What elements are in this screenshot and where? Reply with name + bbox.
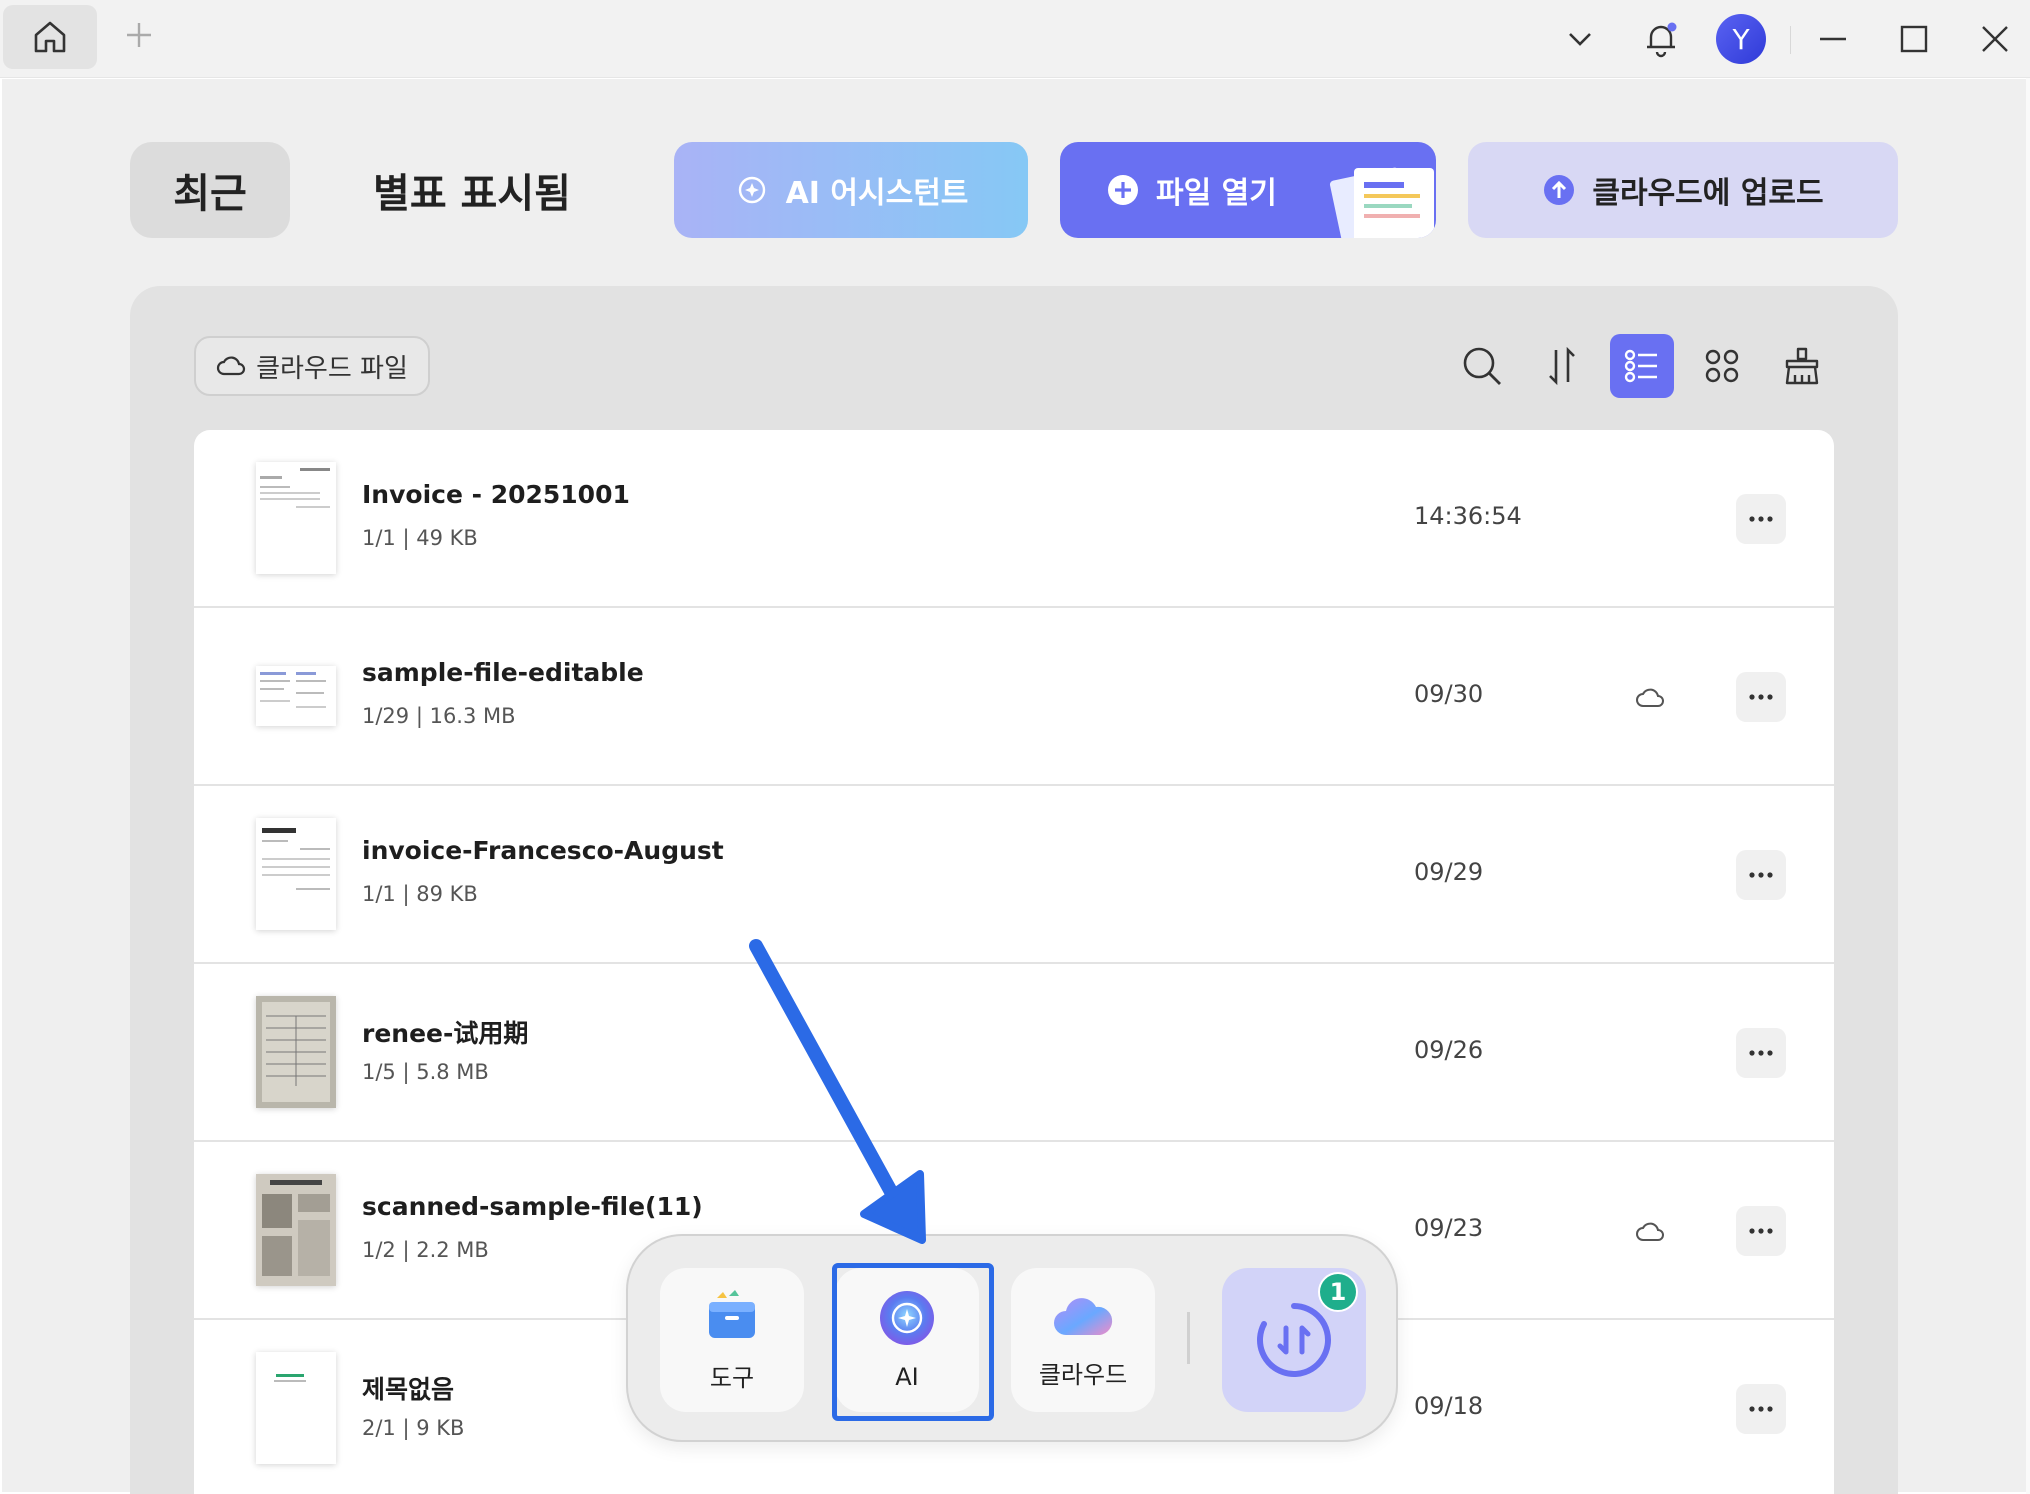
sort-icon xyxy=(1549,346,1575,386)
more-options-button[interactable] xyxy=(1736,1206,1786,1256)
maximize-icon xyxy=(1900,25,1928,53)
file-meta: 1/5 | 5.8 MB xyxy=(362,1060,489,1084)
bell-icon xyxy=(1647,22,1677,58)
tab-recent-label: 최근 xyxy=(173,171,247,217)
file-name: invoice-Francesco-August xyxy=(362,836,724,865)
tab-recent[interactable]: 최근 xyxy=(130,142,290,238)
dock-tools-label: 도구 xyxy=(709,1363,755,1392)
home-tab[interactable] xyxy=(3,5,97,69)
dock-tools-button[interactable]: 도구 xyxy=(660,1268,804,1412)
search-icon xyxy=(1463,347,1501,385)
more-options-button[interactable] xyxy=(1736,850,1786,900)
convert-icon xyxy=(1257,1303,1331,1377)
documents-illustration-icon xyxy=(1329,167,1434,238)
more-icon xyxy=(1749,694,1773,700)
notifications-button[interactable] xyxy=(1636,14,1686,64)
file-name: Invoice - 20251001 xyxy=(362,480,630,509)
file-date: 09/30 xyxy=(1414,680,1484,708)
file-date: 09/23 xyxy=(1414,1214,1484,1242)
file-thumbnail xyxy=(256,1174,336,1286)
upload-cloud-button[interactable]: 클라우드에 업로드 xyxy=(1468,142,1898,238)
ai-assistant-label: AI 어시스턴트 xyxy=(785,176,969,211)
more-options-button[interactable] xyxy=(1736,672,1786,722)
titlebar-divider xyxy=(1790,26,1791,54)
clean-button[interactable] xyxy=(1770,334,1834,398)
list-view-icon xyxy=(1624,349,1657,383)
sort-button[interactable] xyxy=(1530,334,1594,398)
close-button[interactable] xyxy=(1970,14,2020,64)
ai-sparkle-icon xyxy=(738,176,765,204)
new-tab-button[interactable] xyxy=(122,18,156,52)
file-name: scanned-sample-file(11) xyxy=(362,1192,703,1221)
cloud-gradient-icon xyxy=(1054,1297,1113,1335)
more-icon xyxy=(1749,516,1773,522)
more-icon xyxy=(1749,1228,1773,1234)
file-date: 09/18 xyxy=(1414,1392,1484,1420)
cloud-icon xyxy=(217,356,246,376)
file-row[interactable]: sample-file-editable 1/29 | 16.3 MB 09/3… xyxy=(194,608,1834,786)
more-options-button[interactable] xyxy=(1736,1028,1786,1078)
convert-count: 1 xyxy=(1329,1278,1347,1306)
file-name: sample-file-editable xyxy=(362,658,644,687)
file-thumbnail xyxy=(256,462,336,574)
dropdown-button[interactable] xyxy=(1555,14,1605,64)
tab-starred[interactable]: 별표 표시됨 xyxy=(352,142,592,238)
file-thumbnail xyxy=(256,996,336,1108)
more-options-button[interactable] xyxy=(1736,1384,1786,1434)
cloud-synced-icon xyxy=(1636,688,1664,707)
search-button[interactable] xyxy=(1450,334,1514,398)
file-name: 제목없음 xyxy=(362,1375,455,1404)
window-edge xyxy=(2026,78,2030,1494)
minimize-button[interactable] xyxy=(1808,14,1858,64)
upload-cloud-label: 클라우드에 업로드 xyxy=(1592,176,1824,211)
more-icon xyxy=(1749,1050,1773,1056)
file-row[interactable]: renee-试用期 1/5 | 5.8 MB 09/26 xyxy=(194,964,1834,1142)
grid-view-button[interactable] xyxy=(1690,334,1754,398)
minimize-icon xyxy=(1820,37,1846,41)
ai-highlight-frame xyxy=(832,1263,994,1421)
maximize-button[interactable] xyxy=(1889,14,1939,64)
home-icon xyxy=(34,21,66,53)
cloud-files-filter[interactable]: 클라우드 파일 xyxy=(194,336,430,396)
file-date: 09/26 xyxy=(1414,1036,1484,1064)
convert-count-badge: 1 xyxy=(1318,1272,1358,1312)
file-meta: 1/1 | 89 KB xyxy=(362,882,478,906)
close-icon xyxy=(1982,26,2008,52)
tab-starred-label: 별표 표시됨 xyxy=(373,171,571,217)
file-thumbnail xyxy=(256,1352,336,1464)
more-icon xyxy=(1749,1406,1773,1412)
chevron-down-icon xyxy=(1569,33,1591,46)
more-options-button[interactable] xyxy=(1736,494,1786,544)
dock-divider xyxy=(1187,1312,1190,1364)
ai-assistant-button[interactable]: AI 어시스턴트 xyxy=(674,142,1028,238)
grid-view-icon xyxy=(1705,349,1739,383)
file-meta: 1/2 | 2.2 MB xyxy=(362,1238,489,1262)
cloud-files-label: 클라우드 파일 xyxy=(256,353,408,384)
file-meta: 1/1 | 49 KB xyxy=(362,526,478,550)
file-date: 14:36:54 xyxy=(1414,502,1522,530)
cloud-synced-icon xyxy=(1636,1222,1664,1241)
file-row[interactable]: invoice-Francesco-August 1/1 | 89 KB 09/… xyxy=(194,786,1834,964)
file-thumbnail xyxy=(256,666,336,726)
file-meta: 1/29 | 16.3 MB xyxy=(362,704,516,728)
file-row[interactable]: Invoice - 20251001 1/1 | 49 KB 14:36:54 xyxy=(194,430,1834,608)
more-icon xyxy=(1749,872,1773,878)
plus-circle-icon xyxy=(1108,175,1138,205)
title-bar: Y xyxy=(0,0,2030,78)
open-file-button[interactable]: 파일 열기 xyxy=(1060,142,1436,238)
dock-cloud-button[interactable]: 클라우드 xyxy=(1011,1268,1155,1412)
user-avatar[interactable]: Y xyxy=(1716,14,1766,64)
file-meta: 2/1 | 9 KB xyxy=(362,1416,465,1440)
clean-icon xyxy=(1785,347,1819,385)
toolbox-icon xyxy=(709,1289,755,1338)
plus-icon xyxy=(127,23,151,47)
file-name: renee-试用期 xyxy=(362,1019,529,1048)
open-file-label: 파일 열기 xyxy=(1156,176,1277,211)
avatar-letter: Y xyxy=(1732,22,1750,56)
file-thumbnail xyxy=(256,818,336,930)
dock-cloud-label: 클라우드 xyxy=(1038,1360,1128,1389)
file-date: 09/29 xyxy=(1414,858,1484,886)
upload-arrow-icon xyxy=(1544,175,1575,205)
list-view-button[interactable] xyxy=(1610,334,1674,398)
